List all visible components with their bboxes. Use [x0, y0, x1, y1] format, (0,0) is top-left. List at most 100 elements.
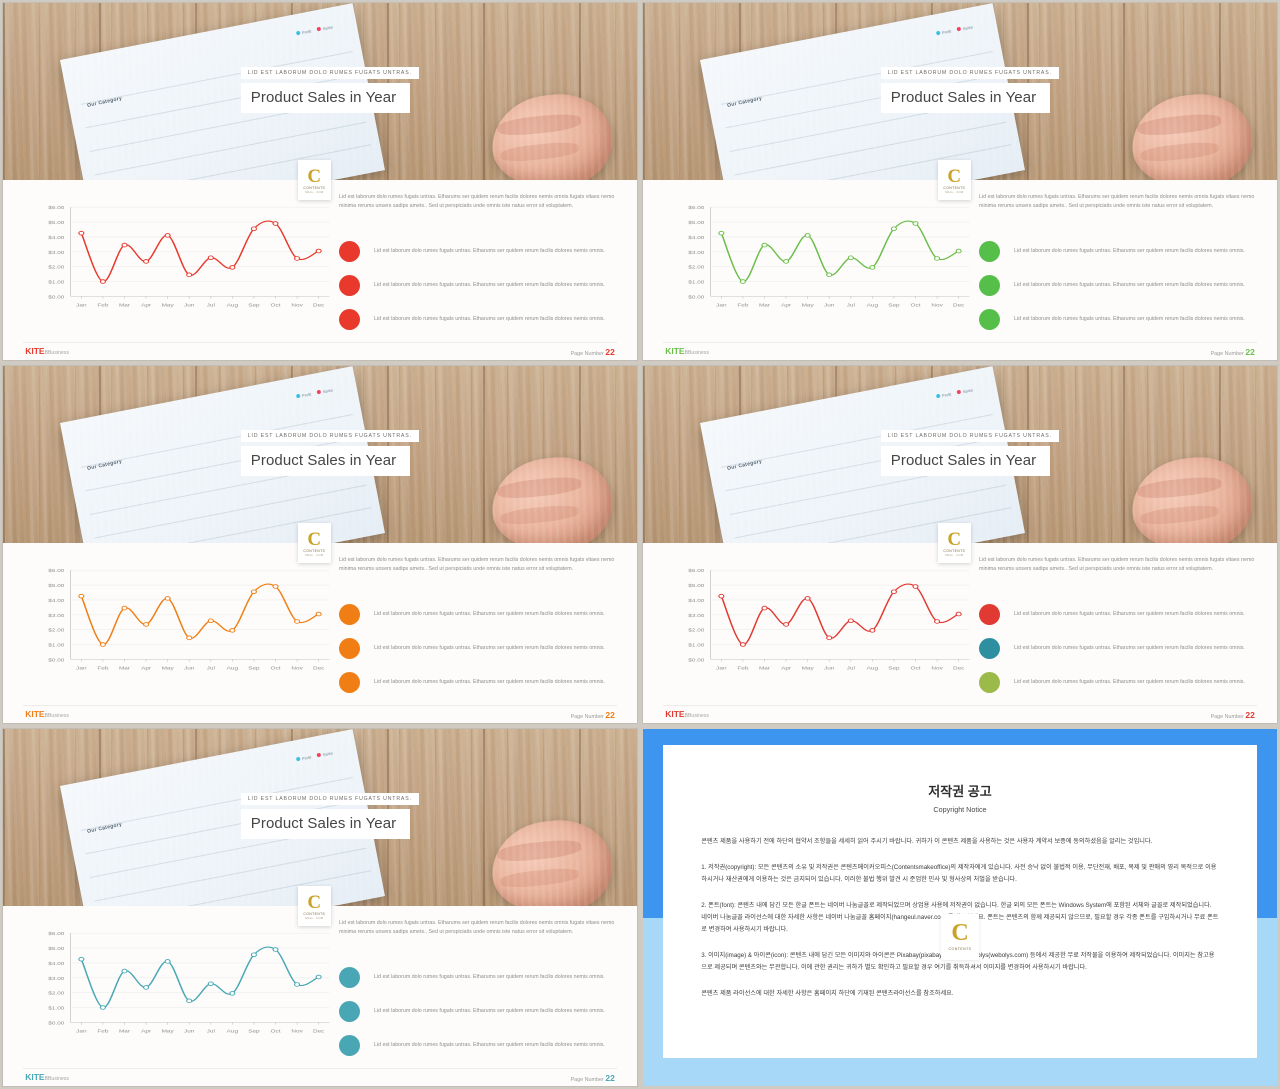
chart-data-point	[228, 628, 235, 633]
slide-cell-4[interactable]: Our Category Profit Sales LID EST LABORUM…	[640, 363, 1280, 726]
brand-logo: KITEBBusiness	[25, 346, 69, 356]
chart-data-point	[933, 619, 940, 625]
contents-c-logo-icon: C	[947, 166, 962, 188]
slide-red[interactable]: Our Category Profit Sales LID EST LABORUM…	[3, 3, 637, 360]
paper-bar-segment	[334, 538, 352, 542]
slide-deck-grid: Our Category Profit Sales LID EST LABORUM…	[0, 0, 1280, 1089]
slide-cell-6[interactable]: 저작권 공고 Copyright Notice 콘텐츠 제품을 사용하기 전에 …	[640, 726, 1280, 1089]
paper-bar-segment	[996, 171, 1014, 175]
chart-y-tick-label: $4.00	[688, 236, 704, 241]
chart-line-series	[720, 583, 959, 646]
chart-x-tick-label: May	[801, 303, 813, 308]
slide-footer: KITEBBusiness Page Number 22	[643, 341, 1277, 360]
bullet-row: Lid est laborum dolo rumes fugats untras…	[339, 241, 618, 262]
chart-container[interactable]: $0.00 $1.00 $2.00 $3.00 $4.00 $5.00 $6.00 Jan Fe…	[25, 564, 336, 679]
intro-paragraph: Lid est laborum dolo rumes fugats untras…	[339, 194, 615, 210]
chart-container[interactable]: $0.00 $1.00 $2.00 $3.00 $4.00 $5.00 $6.00 Jan Fe…	[25, 201, 336, 316]
chart-y-tick-label: $1.00	[688, 280, 704, 285]
chart-container[interactable]: $0.00 $1.00 $2.00 $3.00 $4.00 $5.00 $6.00 Jan Fe…	[665, 564, 976, 679]
page-number-value: 22	[605, 347, 615, 358]
bullet-row: Lid est laborum dolo rumes fugats untras…	[979, 672, 1258, 693]
bullet-text: Lid est laborum dolo rumes fugats untras…	[1014, 281, 1245, 288]
page-number: Page Number 22	[570, 1073, 615, 1084]
contents-badge-sublabel: MALL . COM	[305, 917, 324, 921]
paper-legend-item: Sales	[316, 750, 333, 758]
paper-bar	[974, 175, 992, 179]
page-number: Page Number 22	[1210, 710, 1255, 721]
chart-x-tick-label: Jun	[184, 1029, 194, 1034]
chart-x-tick-label: Nov	[291, 1029, 303, 1034]
chart-y-tick-label: $6.00	[688, 569, 704, 574]
sales-line-chart: $0.00 $1.00 $2.00 $3.00 $4.00 $5.00 $6.00 Jan Fe…	[688, 569, 969, 671]
paper-bar-segment	[974, 175, 992, 179]
chart-x-tick-label: Aug	[866, 666, 877, 671]
chart-data-point	[272, 947, 279, 953]
paper-chart-label: Our Category	[86, 458, 123, 472]
chart-y-tick-label: $5.00	[688, 584, 704, 589]
chart-data-point	[782, 259, 789, 265]
bullet-row: Lid est laborum dolo rumes fugats untras…	[979, 275, 1258, 296]
slide-cell-3[interactable]: Our Category Profit Sales LID EST LABORUM…	[0, 363, 640, 726]
chart-x-tick-label: Jan	[716, 303, 726, 308]
chart-data-point	[293, 256, 300, 262]
brand-logo: KITEBBusiness	[665, 346, 709, 356]
paper-bar-segment	[996, 534, 1014, 538]
chart-y-tick-label: $3.00	[48, 977, 64, 982]
paper-bar-segment	[334, 901, 352, 905]
slide-teal[interactable]: Our Category Profit Sales LID EST LABORUM…	[3, 729, 637, 1086]
paper-bar-segment	[356, 897, 374, 901]
contents-badge-label: CONTENTS	[303, 549, 326, 554]
bullet-text: Lid est laborum dolo rumes fugats untras…	[1014, 644, 1245, 651]
chart-x-tick-label: Jul	[846, 666, 854, 671]
slide-cell-2[interactable]: Our Category Profit Sales LID EST LABORUM…	[640, 0, 1280, 363]
slide-kicker: LID EST LABORUM DOLO RUMES FUGATS UNTRAS…	[240, 67, 419, 80]
chart-y-tick-label: $6.00	[48, 932, 64, 937]
chart-data-point	[912, 221, 919, 227]
slide-copyright-notice[interactable]: 저작권 공고 Copyright Notice 콘텐츠 제품을 사용하기 전에 …	[643, 729, 1277, 1086]
chart-x-tick-label: Mar	[759, 303, 770, 308]
slide-footer: KITEBBusiness Page Number 22	[643, 704, 1277, 723]
chart-data-point	[142, 985, 149, 991]
chart-x-tick-label: Sep	[248, 1029, 259, 1034]
chart-x-tick-label: Sep	[888, 666, 899, 671]
slide-title: Product Sales in Year	[240, 446, 411, 477]
chart-data-point	[164, 233, 171, 239]
chart-y-tick-label: $1.00	[48, 1006, 64, 1011]
chart-container[interactable]: $0.00 $1.00 $2.00 $3.00 $4.00 $5.00 $6.00 Jan Fe…	[25, 927, 336, 1042]
brand-subname: BBusiness	[44, 1076, 70, 1083]
chart-data-point	[868, 265, 875, 270]
slide-cell-1[interactable]: Our Category Profit Sales LID EST LABORUM…	[0, 0, 640, 363]
hand-fist-photo-element	[487, 451, 617, 543]
paper-chart-label: Our Category	[86, 95, 123, 109]
chart-x-tick-label: Oct	[910, 303, 920, 308]
chart-x-tick-label: Aug	[866, 303, 877, 308]
bullet-list: Lid est laborum dolo rumes fugats untras…	[339, 967, 618, 1069]
slide-multicolor[interactable]: Our Category Profit Sales LID EST LABORUM…	[643, 366, 1277, 723]
contents-c-logo-icon: C	[307, 529, 322, 551]
bullet-dot-icon	[339, 1001, 361, 1022]
slide-cell-5[interactable]: Our Category Profit Sales LID EST LABORUM…	[0, 726, 640, 1089]
chart-x-tick-label: Jun	[824, 666, 834, 671]
slide-kicker: LID EST LABORUM DOLO RUMES FUGATS UNTRAS…	[880, 430, 1059, 443]
chart-data-point	[120, 969, 128, 974]
paper-chart-label: Our Category	[86, 821, 123, 835]
paper-bar-segment	[974, 538, 992, 542]
bullet-dot-icon	[979, 672, 1001, 693]
paper-bar	[334, 175, 352, 179]
contents-c-logo-icon: C	[951, 920, 969, 947]
page-number: Page Number 22	[570, 710, 615, 721]
chart-x-tick-label: Oct	[270, 666, 280, 671]
chart-data-point	[142, 259, 149, 265]
paper-bar-segment	[974, 175, 992, 179]
slide-orange[interactable]: Our Category Profit Sales LID EST LABORUM…	[3, 366, 637, 723]
chart-y-tick-label: $2.00	[48, 629, 64, 634]
copyright-paragraph: 콘텐츠 제품을 사용하기 전에 하단의 협약서 조항들을 세세히 읽어 주시기 …	[701, 837, 1153, 845]
chart-x-tick-label: Aug	[226, 303, 237, 308]
bullet-list: Lid est laborum dolo rumes fugats untras…	[979, 241, 1258, 343]
bullet-row: Lid est laborum dolo rumes fugats untras…	[339, 1035, 618, 1056]
chart-container[interactable]: $0.00 $1.00 $2.00 $3.00 $4.00 $5.00 $6.00 Jan Fe…	[665, 201, 976, 316]
paper-bar-segment	[334, 538, 352, 542]
slide-green[interactable]: Our Category Profit Sales LID EST LABORUM…	[643, 3, 1277, 360]
sales-line-chart: $0.00 $1.00 $2.00 $3.00 $4.00 $5.00 $6.00 Jan Fe…	[688, 206, 969, 308]
contents-badge-label: CONTENTS	[303, 912, 326, 917]
